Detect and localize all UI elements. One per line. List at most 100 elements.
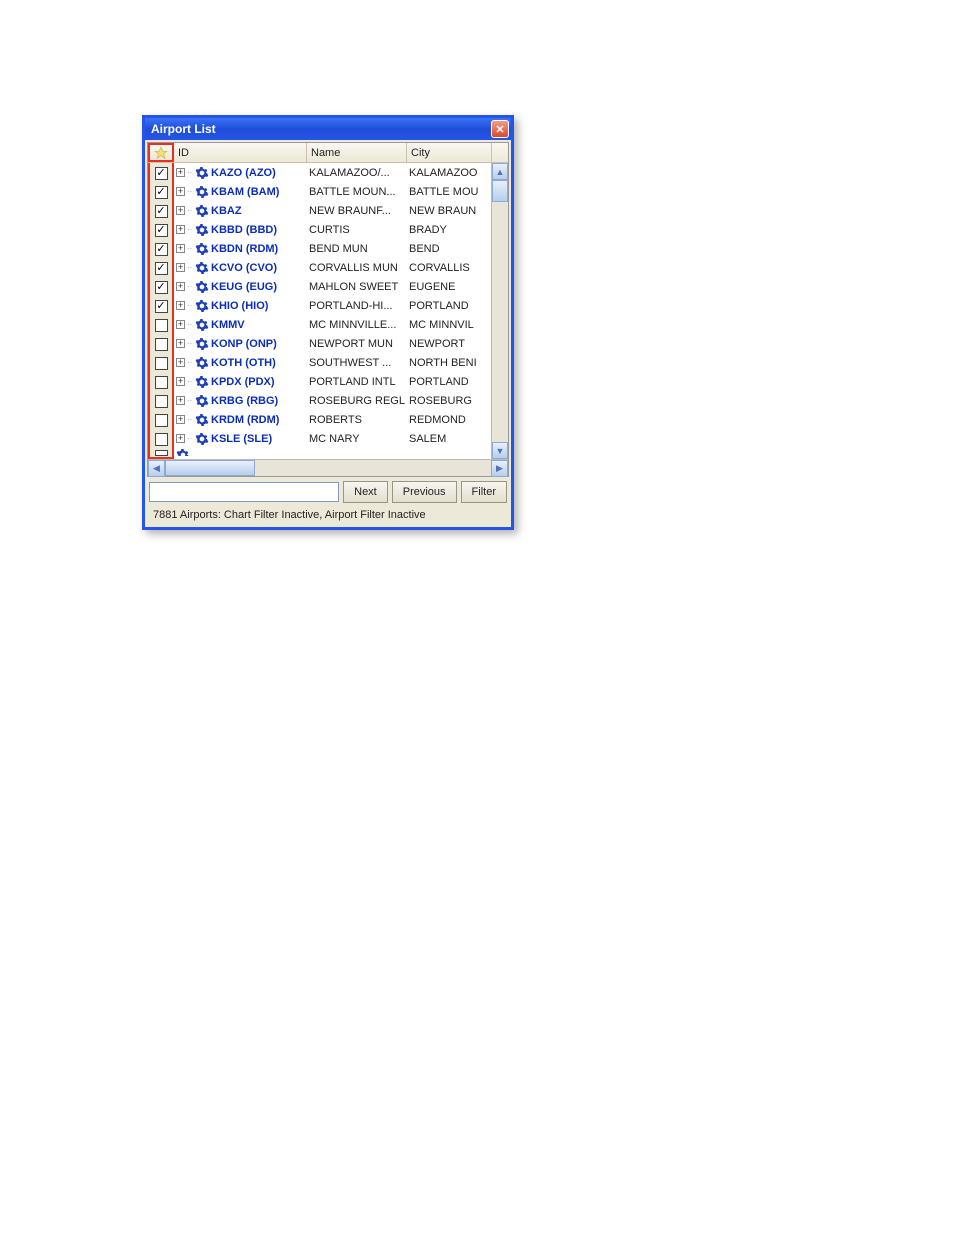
- favorite-checkbox-column: ✓ ✓ ✓ ✓ ✓ ✓ ✓ ✓: [148, 163, 174, 459]
- table-row[interactable]: +··KHIO (HIO)PORTLAND-HI...PORTLAND: [174, 296, 491, 315]
- expand-icon[interactable]: +: [176, 339, 185, 348]
- favorite-checkbox[interactable]: [155, 376, 168, 389]
- cell-name: MAHLON SWEET: [307, 281, 407, 293]
- tree-connector: ··: [187, 206, 193, 215]
- filter-button[interactable]: Filter: [461, 481, 507, 503]
- bottom-toolbar: Next Previous Filter: [147, 477, 509, 507]
- expand-icon[interactable]: +: [176, 434, 185, 443]
- right-arrow-icon: ▶: [496, 463, 503, 474]
- cell-id: +··KRBG (RBG): [174, 394, 307, 408]
- vertical-scroll-thumb[interactable]: [492, 180, 508, 202]
- scroll-down-button[interactable]: ▼: [492, 442, 508, 459]
- horizontal-scrollbar[interactable]: ◀ ▶: [148, 459, 508, 476]
- cell-city: NEWPORT: [407, 338, 491, 350]
- cell-city: KALAMAZOO: [407, 167, 491, 179]
- cell-id: +··KONP (ONP): [174, 337, 307, 351]
- search-input[interactable]: [149, 482, 339, 502]
- tree-connector: ··: [187, 282, 193, 291]
- airport-icon: [195, 166, 209, 180]
- table-row[interactable]: +··KMMVMC MINNVILLE...MC MINNVIL: [174, 315, 491, 334]
- tree-connector: ··: [187, 320, 193, 329]
- window-title: Airport List: [151, 122, 216, 136]
- scroll-right-button[interactable]: ▶: [491, 460, 508, 477]
- favorite-checkbox[interactable]: ✓: [155, 281, 168, 294]
- expand-icon[interactable]: +: [176, 396, 185, 405]
- table-row[interactable]: +··KRDM (RDM)ROBERTSREDMOND: [174, 410, 491, 429]
- table-row[interactable]: +··KAZO (AZO)KALAMAZOO/...KALAMAZOO: [174, 163, 491, 182]
- table-row[interactable]: +··KPDX (PDX)PORTLAND INTLPORTLAND: [174, 372, 491, 391]
- table-row[interactable]: +··KCVO (CVO)CORVALLIS MUNCORVALLIS: [174, 258, 491, 277]
- scroll-up-button[interactable]: ▲: [492, 163, 508, 180]
- horizontal-scroll-thumb[interactable]: [165, 460, 255, 476]
- table-row[interactable]: +··KBDN (RDM)BEND MUNBEND: [174, 239, 491, 258]
- favorite-checkbox-cell: ✓: [150, 202, 172, 221]
- table-row[interactable]: +··KBAM (BAM)BATTLE MOUN...BATTLE MOU: [174, 182, 491, 201]
- cell-id: +··KPDX (PDX): [174, 375, 307, 389]
- expand-icon[interactable]: +: [176, 244, 185, 253]
- favorite-checkbox[interactable]: ✓: [155, 300, 168, 313]
- cell-city: NEW BRAUN: [407, 205, 491, 217]
- expand-icon[interactable]: +: [176, 415, 185, 424]
- airport-icon: [195, 185, 209, 199]
- cell-name: BEND MUN: [307, 243, 407, 255]
- favorite-checkbox[interactable]: ✓: [155, 243, 168, 256]
- expand-icon[interactable]: +: [176, 206, 185, 215]
- favorite-checkbox[interactable]: [155, 338, 168, 351]
- cell-city: BRADY: [407, 224, 491, 236]
- favorite-checkbox-cell: ✓: [150, 278, 172, 297]
- next-button[interactable]: Next: [343, 481, 388, 503]
- favorite-checkbox-cell: ✓: [150, 183, 172, 202]
- scroll-left-button[interactable]: ◀: [148, 460, 165, 477]
- vertical-scroll-track[interactable]: [492, 180, 508, 442]
- favorite-checkbox[interactable]: [155, 433, 168, 446]
- column-header-city[interactable]: City: [407, 143, 492, 162]
- down-arrow-icon: ▼: [496, 446, 505, 456]
- favorite-checkbox[interactable]: ✓: [155, 205, 168, 218]
- expand-icon[interactable]: +: [176, 225, 185, 234]
- favorite-checkbox[interactable]: ✓: [155, 224, 168, 237]
- table-row[interactable]: +··KBAZNEW BRAUNF...NEW BRAUN: [174, 201, 491, 220]
- favorite-checkbox[interactable]: [155, 414, 168, 427]
- favorite-checkbox[interactable]: [155, 357, 168, 370]
- table-row[interactable]: +··KOTH (OTH)SOUTHWEST ...NORTH BENI: [174, 353, 491, 372]
- airport-id-text: KONP (ONP): [211, 338, 277, 350]
- table-row[interactable]: +··KONP (ONP)NEWPORT MUNNEWPORT: [174, 334, 491, 353]
- column-header-id[interactable]: ID: [174, 143, 307, 162]
- close-button[interactable]: ✕: [491, 120, 509, 138]
- airport-icon: [195, 337, 209, 351]
- expand-icon[interactable]: +: [176, 377, 185, 386]
- expand-icon[interactable]: +: [176, 187, 185, 196]
- column-header-name[interactable]: Name: [307, 143, 407, 162]
- airport-id-text: KBDN (RDM): [211, 243, 278, 255]
- cell-name: SOUTHWEST ...: [307, 357, 407, 369]
- cell-id: +··KEUG (EUG): [174, 280, 307, 294]
- favorite-column-header[interactable]: [148, 143, 174, 162]
- horizontal-scroll-track[interactable]: [165, 460, 491, 476]
- favorite-checkbox[interactable]: ✓: [155, 186, 168, 199]
- expand-icon[interactable]: +: [176, 168, 185, 177]
- expand-icon[interactable]: +: [176, 282, 185, 291]
- airport-id-text: KOTH (OTH): [211, 357, 276, 369]
- table-row[interactable]: +··KRBG (RBG)ROSEBURG REGLROSEBURG: [174, 391, 491, 410]
- airport-id-text: KBBD (BBD): [211, 224, 277, 236]
- airport-icon: [195, 299, 209, 313]
- favorite-checkbox[interactable]: ✓: [155, 262, 168, 275]
- titlebar[interactable]: Airport List ✕: [145, 118, 511, 140]
- favorite-checkbox[interactable]: [155, 395, 168, 408]
- expand-icon[interactable]: +: [176, 320, 185, 329]
- tree-connector: ··: [187, 244, 193, 253]
- vertical-scrollbar[interactable]: ▲ ▼: [491, 163, 508, 459]
- favorite-checkbox[interactable]: [155, 319, 168, 332]
- table-row[interactable]: +··KSLE (SLE)MC NARYSALEM: [174, 429, 491, 448]
- favorite-checkbox-cell: [150, 316, 172, 335]
- favorite-checkbox[interactable]: [155, 450, 168, 456]
- expand-icon[interactable]: +: [176, 301, 185, 310]
- left-arrow-icon: ◀: [153, 463, 160, 474]
- favorite-checkbox[interactable]: ✓: [155, 167, 168, 180]
- expand-icon[interactable]: +: [176, 358, 185, 367]
- cell-city: BATTLE MOU: [407, 186, 491, 198]
- table-row[interactable]: +··KBBD (BBD)CURTISBRADY: [174, 220, 491, 239]
- table-row[interactable]: +··KEUG (EUG)MAHLON SWEETEUGENE: [174, 277, 491, 296]
- expand-icon[interactable]: +: [176, 263, 185, 272]
- previous-button[interactable]: Previous: [392, 481, 457, 503]
